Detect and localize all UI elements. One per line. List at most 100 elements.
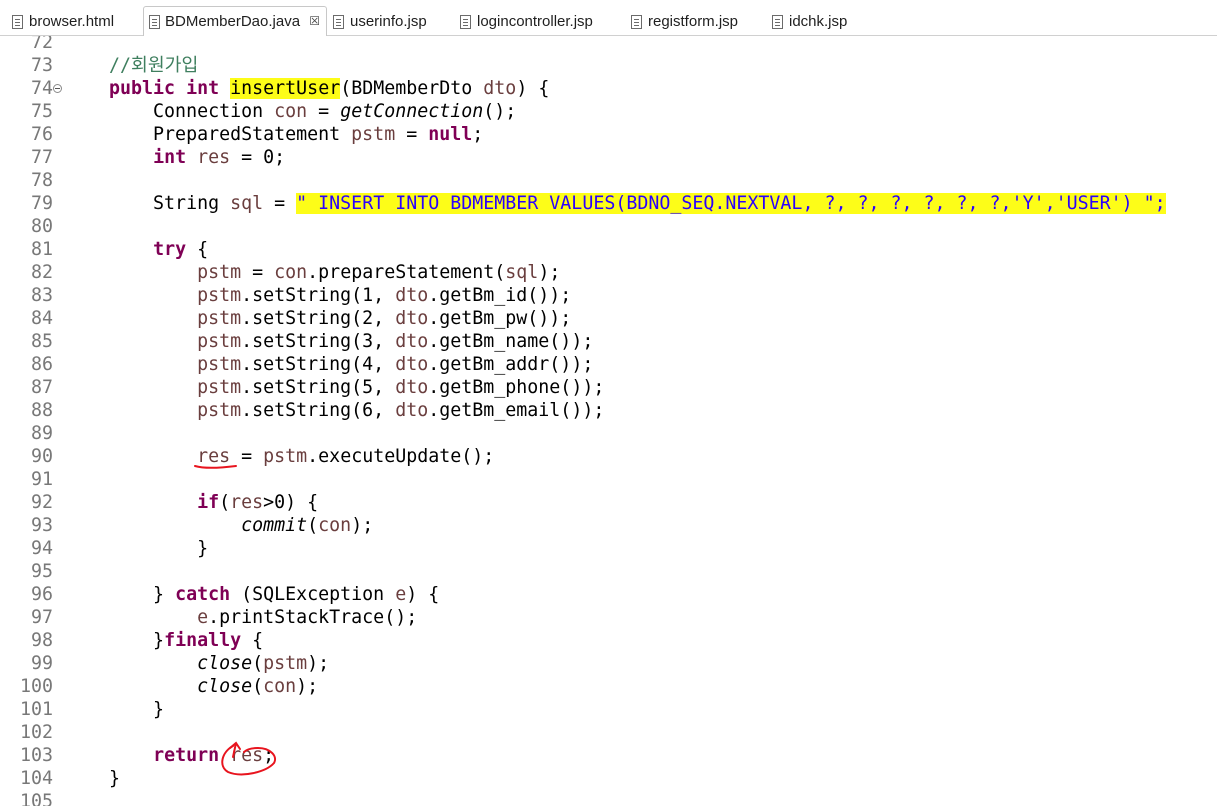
tab-bdmemberdao-java[interactable]: BDMemberDao.java ☒ — [143, 6, 327, 37]
code-token: int — [153, 147, 187, 168]
code-line[interactable]: 83 pstm.setString(1, dto.getBm_id()); — [0, 284, 1217, 307]
code-token: pstm — [197, 285, 242, 306]
code-line[interactable]: 73 //회원가입 — [0, 54, 1217, 77]
code-line[interactable]: 103 return res; — [0, 744, 1217, 767]
code-line[interactable]: 96 } catch (SQLException e) { — [0, 583, 1217, 606]
fold-toggle-icon[interactable] — [53, 84, 62, 93]
code-token: .executeUpdate(); — [307, 446, 495, 467]
file-icon — [333, 15, 344, 29]
code-line[interactable]: 87 pstm.setString(5, dto.getBm_phone()); — [0, 376, 1217, 399]
code-token: .setString(5, — [241, 377, 396, 398]
code-line[interactable]: 93 commit(con); — [0, 514, 1217, 537]
code-line[interactable]: 72 — [0, 36, 1217, 54]
code-text: pstm.setString(3, dto.getBm_name()); — [65, 330, 593, 353]
code-line[interactable]: 104 } — [0, 767, 1217, 790]
tab-browser-html[interactable]: browser.html — [12, 8, 114, 36]
code-line[interactable]: 90 res = pstm.executeUpdate(); — [0, 445, 1217, 468]
code-line[interactable]: 97 e.printStackTrace(); — [0, 606, 1217, 629]
line-number: 104 — [19, 768, 53, 789]
code-token: //회원가입 — [65, 55, 199, 76]
tab-label: BDMemberDao.java — [165, 13, 301, 30]
code-text: try { — [65, 238, 208, 261]
code-token: .setString(6, — [241, 400, 396, 421]
code-line[interactable]: 95 — [0, 560, 1217, 583]
code-line[interactable]: 74 public int insertUser(BDMemberDto dto… — [0, 77, 1217, 100]
code-line[interactable]: 101 } — [0, 698, 1217, 721]
code-token: .printStackTrace(); — [208, 607, 418, 628]
code-line[interactable]: 99 close(pstm); — [0, 652, 1217, 675]
code-line[interactable]: 85 pstm.setString(3, dto.getBm_name()); — [0, 330, 1217, 353]
code-text: } — [65, 537, 208, 560]
code-token: pstm — [197, 354, 242, 375]
code-line[interactable]: 88 pstm.setString(6, dto.getBm_email()); — [0, 399, 1217, 422]
code-token: finally — [164, 630, 242, 651]
code-token: ) { — [406, 584, 440, 605]
code-line[interactable]: 79 String sql = " INSERT INTO BDMEMBER V… — [0, 192, 1217, 215]
code-text: PreparedStatement pstm = null; — [65, 123, 483, 146]
code-line[interactable]: 102 — [0, 721, 1217, 744]
code-token: pstm — [197, 262, 242, 283]
code-token: res — [230, 745, 264, 766]
code-token: if — [197, 492, 220, 513]
code-line[interactable]: 91 — [0, 468, 1217, 491]
code-token: .getBm_pw()); — [428, 308, 572, 329]
code-line[interactable]: 81 try { — [0, 238, 1217, 261]
code-line[interactable]: 75 Connection con = getConnection(); — [0, 100, 1217, 123]
code-line[interactable]: 78 — [0, 169, 1217, 192]
code-token: close — [197, 676, 253, 697]
code-line[interactable]: 80 — [0, 215, 1217, 238]
code-line[interactable]: 89 — [0, 422, 1217, 445]
code-token: con — [318, 515, 352, 536]
line-number: 73 — [30, 55, 53, 76]
code-line[interactable]: 98 }finally { — [0, 629, 1217, 652]
code-token: con — [263, 676, 297, 697]
line-number: 85 — [30, 331, 53, 352]
tab-userinfo-jsp[interactable]: userinfo.jsp — [333, 8, 427, 36]
line-number: 93 — [30, 515, 53, 536]
code-text: //회원가입 — [65, 54, 198, 77]
code-line[interactable]: 86 pstm.setString(4, dto.getBm_addr()); — [0, 353, 1217, 376]
code-text: int res = 0; — [65, 146, 285, 169]
file-icon — [631, 15, 642, 29]
code-line[interactable]: 92 if(res>0) { — [0, 491, 1217, 514]
line-number: 78 — [30, 170, 53, 191]
code-line[interactable]: 94 } — [0, 537, 1217, 560]
file-icon — [12, 15, 23, 29]
code-line[interactable]: 82 pstm = con.prepareStatement(sql); — [0, 261, 1217, 284]
line-number: 86 — [30, 354, 53, 375]
line-number: 88 — [30, 400, 53, 421]
code-token: pstm — [197, 308, 242, 329]
code-text: } catch (SQLException e) { — [65, 583, 439, 606]
code-token: pstm — [351, 124, 396, 145]
code-token: return — [153, 745, 220, 766]
code-token: PreparedStatement — [65, 124, 352, 145]
tab-logincontroller-jsp[interactable]: logincontroller.jsp — [460, 8, 593, 36]
line-number: 83 — [30, 285, 53, 306]
code-text: close(pstm); — [65, 652, 329, 675]
tab-idchk-jsp[interactable]: idchk.jsp — [772, 8, 847, 36]
code-token: insertUser — [230, 78, 341, 99]
close-tab-icon[interactable]: ☒ — [309, 7, 320, 36]
code-token: ) { — [516, 78, 550, 99]
code-editor[interactable]: 72 73 //회원가입 74 public int insertUser(BDMe… — [0, 36, 1217, 806]
line-number: 99 — [30, 653, 53, 674]
code-text: public int insertUser(BDMemberDto dto) { — [65, 77, 549, 100]
tab-registform-jsp[interactable]: registform.jsp — [631, 8, 738, 36]
code-token: .setString(3, — [241, 331, 396, 352]
code-line[interactable]: 76 PreparedStatement pstm = null; — [0, 123, 1217, 146]
code-line[interactable]: 100 close(con); — [0, 675, 1217, 698]
code-line[interactable]: 77 int res = 0; — [0, 146, 1217, 169]
line-number: 97 — [30, 607, 53, 628]
line-number: 77 — [30, 147, 53, 168]
code-token: ( — [252, 653, 264, 674]
code-line[interactable]: 84 pstm.setString(2, dto.getBm_pw()); — [0, 307, 1217, 330]
code-token: { — [186, 239, 209, 260]
code-line[interactable]: 105 — [0, 790, 1217, 806]
code-token: dto — [395, 354, 429, 375]
